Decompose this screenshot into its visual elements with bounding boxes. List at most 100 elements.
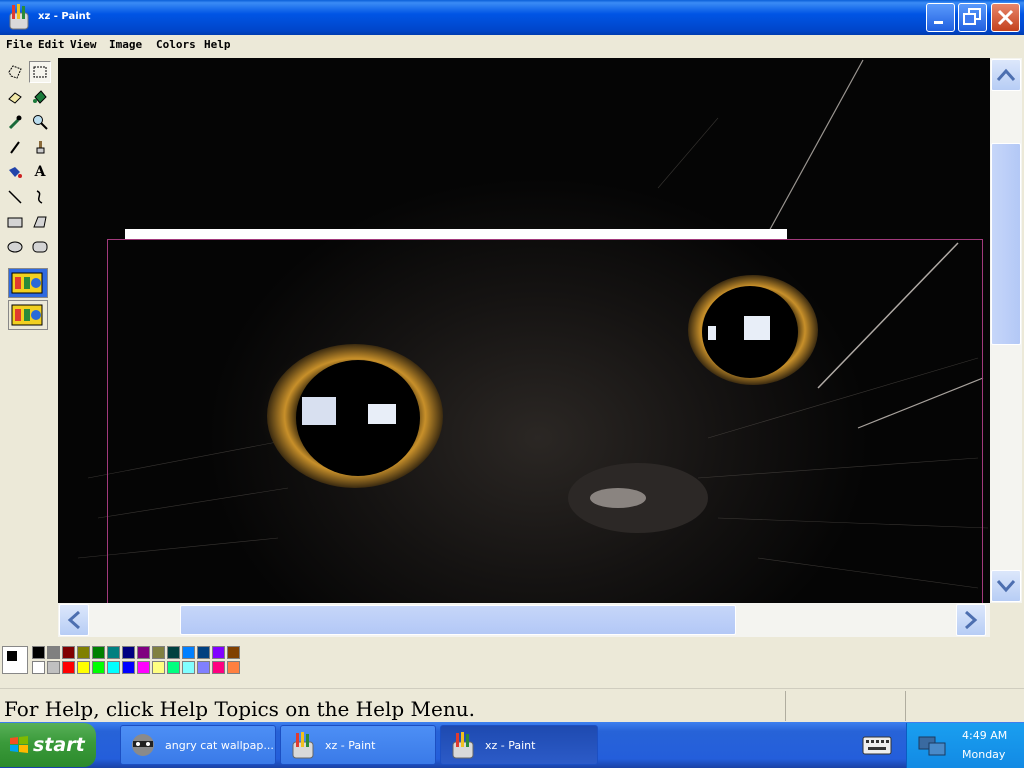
brush-icon[interactable] xyxy=(29,136,51,158)
chevron-down-icon xyxy=(996,580,1016,593)
color-swatch[interactable] xyxy=(47,646,60,659)
color-swatch[interactable] xyxy=(182,646,195,659)
curve-icon[interactable] xyxy=(29,186,51,208)
color-swatch[interactable] xyxy=(107,661,120,674)
title-bar[interactable]: xz - Paint xyxy=(0,0,1024,35)
color-swatch[interactable] xyxy=(77,661,90,674)
rectangle-icon[interactable] xyxy=(4,211,26,233)
color-swatch[interactable] xyxy=(152,646,165,659)
taskbar-item-paint-2[interactable]: xz - Paint xyxy=(440,725,598,765)
minimize-icon xyxy=(934,21,943,24)
chevron-up-icon xyxy=(996,68,1016,81)
taskbar-item-paint-1[interactable]: xz - Paint xyxy=(280,725,436,765)
color-swatch[interactable] xyxy=(92,646,105,659)
menu-image[interactable]: Image xyxy=(109,38,142,51)
windows-logo-icon xyxy=(10,736,28,753)
menu-edit[interactable]: Edit xyxy=(38,38,65,51)
color-swatch[interactable] xyxy=(137,646,150,659)
menu-colors[interactable]: Colors xyxy=(156,38,196,51)
color-swatch[interactable] xyxy=(212,646,225,659)
scroll-down-button[interactable] xyxy=(991,570,1021,602)
rounded-rectangle-icon[interactable] xyxy=(29,236,51,258)
clock-time[interactable]: 4:49 AM xyxy=(962,729,1007,742)
color-swatch[interactable] xyxy=(197,661,210,674)
color-swatch[interactable] xyxy=(197,646,210,659)
scroll-up-button[interactable] xyxy=(991,59,1021,91)
color-swatch[interactable] xyxy=(122,661,135,674)
start-button[interactable]: start xyxy=(0,723,96,767)
start-label: start xyxy=(33,734,85,756)
toolbox: A xyxy=(0,57,57,639)
menu-bar: File Edit View Image Colors Help xyxy=(0,35,1024,56)
taskbar-item-cat-wallpaper[interactable]: angry cat wallpap... xyxy=(120,725,276,765)
scroll-left-button[interactable] xyxy=(59,604,89,636)
network-icon[interactable] xyxy=(917,731,947,759)
taskbar-item-label: xz - Paint xyxy=(325,738,376,752)
close-button[interactable] xyxy=(991,3,1020,32)
color-swatch[interactable] xyxy=(137,661,150,674)
keyboard-icon[interactable] xyxy=(862,734,892,756)
paint-app-icon[interactable] xyxy=(6,3,32,31)
raccoon-icon xyxy=(132,734,154,756)
color-swatch[interactable] xyxy=(227,661,240,674)
color-swatch[interactable] xyxy=(32,646,45,659)
color-swatch[interactable] xyxy=(47,661,60,674)
paint-window: xz - Paint File Edit View Image Colors H… xyxy=(0,0,1024,722)
paint-icon xyxy=(452,732,474,759)
menu-view[interactable]: View xyxy=(70,38,97,51)
pick-color-icon[interactable] xyxy=(4,111,26,133)
color-swatch[interactable] xyxy=(62,646,75,659)
polygon-icon[interactable] xyxy=(29,211,51,233)
paint-icon xyxy=(292,732,314,759)
restore-icon xyxy=(963,8,981,25)
vertical-scrollbar[interactable] xyxy=(990,58,1022,603)
opaque-option-button[interactable] xyxy=(8,268,48,298)
chevron-left-icon xyxy=(67,610,80,630)
color-swatch[interactable] xyxy=(227,646,240,659)
color-swatch[interactable] xyxy=(167,661,180,674)
clock-day[interactable]: Monday xyxy=(962,748,1005,761)
color-swatch[interactable] xyxy=(92,661,105,674)
select-icon[interactable] xyxy=(29,61,51,83)
ellipse-icon[interactable] xyxy=(4,236,26,258)
magnifier-icon[interactable] xyxy=(29,111,51,133)
transparent-option-button[interactable] xyxy=(8,300,48,330)
status-bar: For Help, click Help Topics on the Help … xyxy=(0,688,1024,722)
cat-artwork xyxy=(77,59,989,589)
horizontal-scroll-thumb[interactable] xyxy=(180,605,736,635)
transparent-option-icon xyxy=(11,304,43,326)
current-colors[interactable] xyxy=(2,646,28,674)
free-form-select-icon[interactable] xyxy=(4,61,26,83)
color-swatch[interactable] xyxy=(62,661,75,674)
restore-button[interactable] xyxy=(958,3,987,32)
drawing-canvas[interactable] xyxy=(58,58,990,603)
taskbar-item-label: xz - Paint xyxy=(485,738,536,752)
chevron-right-icon xyxy=(965,610,978,630)
minimize-button[interactable] xyxy=(926,3,955,32)
color-swatch[interactable] xyxy=(107,646,120,659)
eraser-icon[interactable] xyxy=(4,86,26,108)
taskbar-item-label: angry cat wallpap... xyxy=(165,738,274,752)
horizontal-scrollbar[interactable] xyxy=(58,603,990,637)
fill-icon[interactable] xyxy=(29,86,51,108)
text-tool-glyph: A xyxy=(34,164,46,180)
taskbar: start angry cat wallpap... xz - Paint xz… xyxy=(0,722,1024,768)
close-icon xyxy=(997,9,1014,26)
menu-help[interactable]: Help xyxy=(204,38,231,51)
color-swatch[interactable] xyxy=(77,646,90,659)
vertical-scroll-thumb[interactable] xyxy=(991,143,1021,345)
pencil-icon[interactable] xyxy=(4,136,26,158)
menu-file[interactable]: File xyxy=(6,38,33,51)
airbrush-icon[interactable] xyxy=(4,161,26,183)
line-icon[interactable] xyxy=(4,186,26,208)
color-swatch[interactable] xyxy=(122,646,135,659)
color-swatch[interactable] xyxy=(152,661,165,674)
scroll-right-button[interactable] xyxy=(956,604,986,636)
cat-image xyxy=(58,58,990,603)
text-icon[interactable]: A xyxy=(29,161,51,183)
color-swatch[interactable] xyxy=(32,661,45,674)
color-swatch[interactable] xyxy=(182,661,195,674)
pasted-white-strip xyxy=(125,229,787,240)
color-swatch[interactable] xyxy=(167,646,180,659)
color-swatch[interactable] xyxy=(212,661,225,674)
